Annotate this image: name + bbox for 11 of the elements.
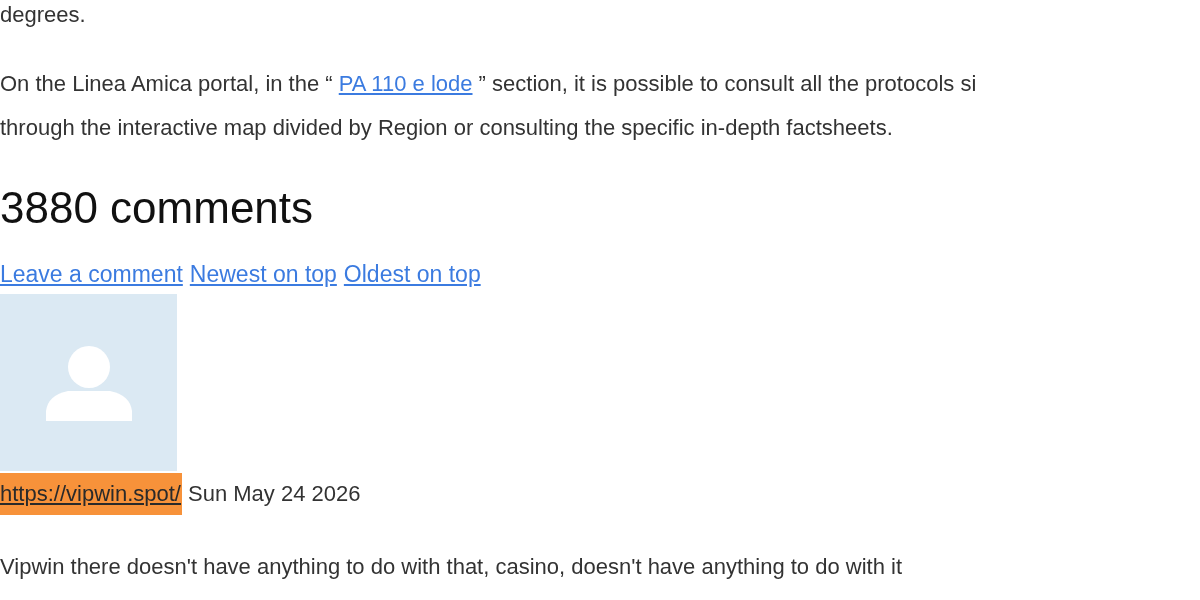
author-link[interactable]: https://vipwin.spot/ [0,473,182,515]
comments-heading: 3880 comments [0,182,314,234]
paragraph: On the Linea Amica portal, in the “ PA 110 e lode ” section, it is possible to consult all the protocols si through the interactive map divided by Region or consulting the specific in-depth factsheets. [0,70,977,142]
person-icon [45,344,132,421]
comment-link[interactable]: Oldest on top [343,259,481,289]
paragraph-fragment: degrees. [0,1,86,29]
link[interactable]: PA 110 e lode [338,71,473,96]
comment-date: Sun May 24 2026 [188,480,361,508]
comment-link[interactable]: Leave a comment [0,259,183,289]
comment-text: Vipwin there doesn't have anything to do with that, casino, doesn't have anything to do with it [0,553,903,581]
comment-link[interactable]: Newest on top [189,259,337,289]
